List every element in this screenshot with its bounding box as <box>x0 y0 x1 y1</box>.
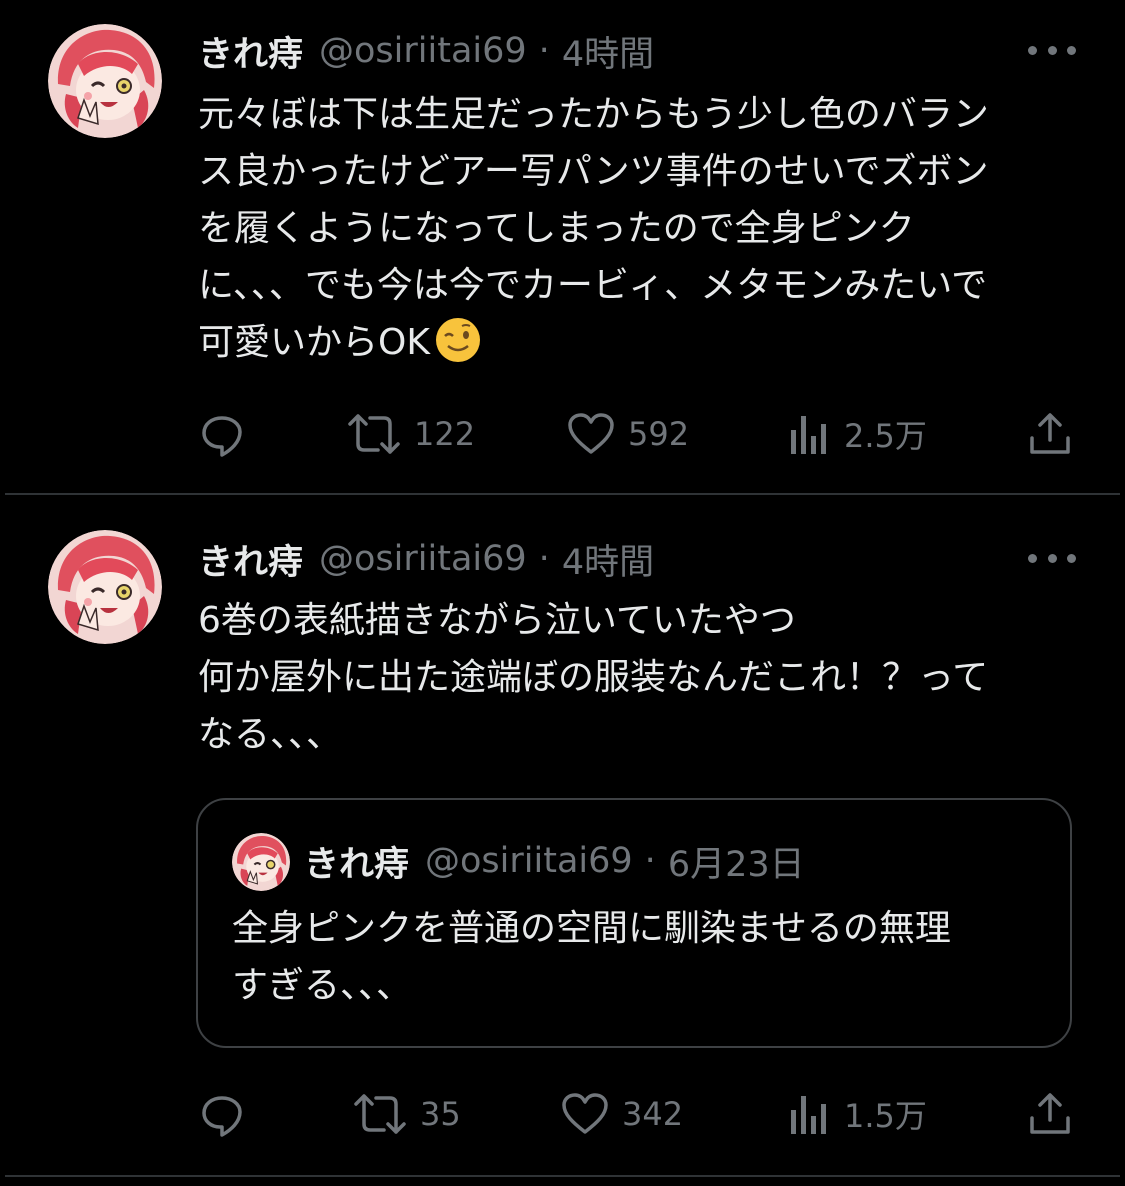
tweet-text: 元々ぼは下は生足だったからもう少し色のバラン ス良かったけどアー写パンツ事件のせ… <box>198 86 1078 371</box>
tweet-text-line: に、、、でも今は今でカービィ、メタモンみたいで <box>198 265 988 306</box>
tweet-text-line: なる、、、 <box>198 714 343 755</box>
quoted-author-handle: @osiriitai69 <box>425 841 633 881</box>
share-button[interactable] <box>1026 404 1074 464</box>
share-icon <box>1030 413 1070 454</box>
more-options-icon[interactable] <box>1028 548 1076 568</box>
more-dot <box>1028 45 1037 55</box>
timestamp[interactable]: 4時間 <box>562 26 654 77</box>
avatar[interactable] <box>48 24 162 138</box>
tweet-actions: 122 592 2.5万 <box>0 404 1125 464</box>
separator-dot: · <box>644 841 656 881</box>
tweet-text-line: 元々ぼは下は生足だったからもう少し色のバラン <box>198 94 989 135</box>
quoted-text: 全身ピンクを普通の空間に馴染ませるの無理 すぎる、、、 <box>232 900 1052 1014</box>
tweet[interactable]: きれ痔 @osiriitai69 · 4時間 元々ぼは下は生足だったからもう少し… <box>0 0 1125 494</box>
retweet-icon <box>354 1094 406 1134</box>
tweet-header: きれ痔 @osiriitai69 · 4時間 <box>198 26 654 76</box>
separator-dot: · <box>538 539 550 579</box>
retweet-button[interactable]: 122 <box>346 404 475 464</box>
like-count: 342 <box>622 1095 684 1133</box>
more-dot <box>1067 45 1076 55</box>
separator-dot: · <box>538 31 550 71</box>
tweet-header: きれ痔 @osiriitai69 · 4時間 <box>198 534 654 584</box>
views-count: 1.5万 <box>844 1097 927 1135</box>
like-button[interactable]: 342 <box>560 1084 683 1144</box>
tweet-text-line: を履くようになってしまったので全身ピンク <box>198 208 915 249</box>
quoted-header: きれ痔 @osiriitai69 · 6月23日 <box>304 836 805 886</box>
timestamp[interactable]: 4時間 <box>562 534 654 585</box>
share-button[interactable] <box>1026 1084 1074 1144</box>
views-icon <box>791 1096 826 1134</box>
author-handle[interactable]: @osiriitai69 <box>319 539 527 579</box>
views-button[interactable]: 1.5万 <box>788 1084 927 1144</box>
quoted-avatar[interactable] <box>232 833 290 891</box>
tweet-divider <box>5 1175 1120 1177</box>
retweet-button[interactable]: 35 <box>352 1084 461 1144</box>
author-handle[interactable]: @osiriitai69 <box>319 31 527 71</box>
reply-icon <box>202 416 242 457</box>
heart-icon <box>562 1093 608 1134</box>
share-icon <box>1030 1093 1070 1134</box>
tweet-text-line: ス良かったけどアー写パンツ事件のせいでズボン <box>198 151 989 192</box>
avatar[interactable] <box>48 530 162 644</box>
heart-icon <box>568 413 614 454</box>
tweet[interactable]: きれ痔 @osiriitai69 · 4時間 6巻の表紙描きながら泣いていたやつ… <box>0 496 1125 1176</box>
retweet-count: 35 <box>420 1095 461 1133</box>
tweet-actions: 35 342 1.5万 <box>0 1084 1125 1144</box>
views-icon <box>791 416 826 454</box>
like-button[interactable]: 592 <box>566 404 689 464</box>
like-count: 592 <box>628 415 690 453</box>
quoted-text-line: 全身ピンクを普通の空間に馴染ませるの無理 <box>232 908 951 949</box>
retweet-count: 122 <box>414 415 476 453</box>
views-count: 2.5万 <box>844 417 927 455</box>
more-dot <box>1047 553 1057 563</box>
retweet-icon <box>348 414 400 454</box>
views-button[interactable]: 2.5万 <box>788 404 927 464</box>
reply-button[interactable] <box>198 1084 246 1144</box>
tweet-text-line: 6巻の表紙描きながら泣いていたやつ <box>198 600 796 641</box>
author-name[interactable]: きれ痔 <box>198 534 303 585</box>
quoted-tweet[interactable]: きれ痔 @osiriitai69 · 6月23日 全身ピンクを普通の空間に馴染ま… <box>196 798 1072 1048</box>
quoted-author-name: きれ痔 <box>304 844 410 885</box>
tweet-text: 6巻の表紙描きながら泣いていたやつ 何か屋外に出た途端ぼの服装なんだこれ！？って… <box>198 592 1078 763</box>
more-options-icon[interactable] <box>1028 40 1076 60</box>
quoted-text-line: すぎる、、、 <box>232 965 413 1006</box>
reply-button[interactable] <box>198 404 246 464</box>
tweet-divider <box>5 493 1120 495</box>
quoted-timestamp: 6月23日 <box>667 844 805 885</box>
tweet-text-fragment: 可愛いからOK <box>198 322 430 363</box>
author-name[interactable]: きれ痔 <box>198 26 303 77</box>
winking-face-icon <box>434 316 482 364</box>
more-dot <box>1047 45 1057 55</box>
reply-icon <box>202 1096 242 1137</box>
tweet-text-line: 何か屋外に出た途端ぼの服装なんだこれ！？って <box>198 657 989 698</box>
more-dot <box>1028 553 1037 563</box>
more-dot <box>1067 553 1076 563</box>
tweet-text-line-last: 可愛いからOK <box>198 314 1078 371</box>
